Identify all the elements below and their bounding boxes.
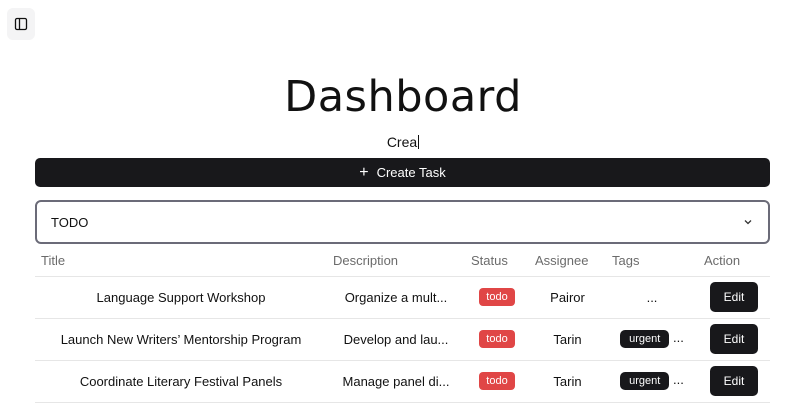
task-assignee: Pairor	[529, 276, 606, 319]
edit-button[interactable]: Edit	[710, 366, 758, 396]
status-badge: todo	[479, 288, 515, 306]
tags-cell: urgent ...	[606, 360, 698, 403]
create-task-label: Create Task	[376, 165, 446, 180]
task-title: Coordinate Literary Festival Panels	[35, 360, 327, 403]
table-row[interactable]: Launch New Writers’ Mentorship Program D…	[35, 318, 770, 361]
tags-more: ...	[646, 289, 658, 305]
status-badge: todo	[479, 330, 515, 348]
column-header-action: Action	[698, 246, 770, 277]
task-assignee: Tarin	[529, 360, 606, 403]
task-title-input[interactable]: Crea	[0, 134, 806, 150]
task-title-value: Crea	[386, 134, 418, 150]
edit-button[interactable]: Edit	[710, 282, 758, 312]
column-header-tags: Tags	[606, 246, 698, 277]
tag-badge: urgent	[620, 372, 670, 390]
plus-icon: +	[359, 163, 369, 181]
task-table: Title Description Status Assignee Tags A…	[35, 246, 770, 403]
tags-cell: ...	[606, 276, 698, 319]
task-description: Develop and lau...	[327, 318, 465, 361]
page-title: Dashboard	[284, 72, 522, 122]
sidebar-toggle-button[interactable]	[7, 8, 35, 40]
table-header-row: Title Description Status Assignee Tags A…	[35, 246, 770, 277]
sidebar-toggle-icon	[14, 17, 28, 31]
action-cell: Edit	[698, 276, 770, 319]
column-header-title: Title	[35, 246, 327, 277]
status-cell: todo	[465, 360, 529, 403]
column-header-assignee: Assignee	[529, 246, 606, 277]
status-badge: todo	[479, 372, 515, 390]
task-description: Manage panel di...	[327, 360, 465, 403]
task-title: Language Support Workshop	[35, 276, 327, 319]
status-cell: todo	[465, 318, 529, 361]
create-task-button[interactable]: + Create Task	[35, 158, 770, 187]
task-assignee: Tarin	[529, 318, 606, 361]
text-caret	[418, 135, 420, 149]
action-cell: Edit	[698, 360, 770, 403]
column-header-status: Status	[465, 246, 529, 277]
action-cell: Edit	[698, 318, 770, 361]
tags-more: ...	[672, 372, 684, 387]
tags-cell: urgent ...	[606, 318, 698, 361]
tags-more: ...	[672, 330, 684, 345]
tag-badge: urgent	[620, 330, 670, 348]
task-title: Launch New Writers’ Mentorship Program	[35, 318, 327, 361]
table-row[interactable]: Language Support Workshop Organize a mul…	[35, 276, 770, 319]
task-description: Organize a mult...	[327, 276, 465, 319]
chevron-down-icon	[744, 220, 752, 225]
status-cell: todo	[465, 276, 529, 319]
edit-button[interactable]: Edit	[710, 324, 758, 354]
status-filter-value: TODO	[51, 214, 89, 230]
status-filter-select[interactable]: TODO	[35, 200, 770, 244]
table-row[interactable]: Coordinate Literary Festival Panels Mana…	[35, 360, 770, 403]
column-header-description: Description	[327, 246, 465, 277]
